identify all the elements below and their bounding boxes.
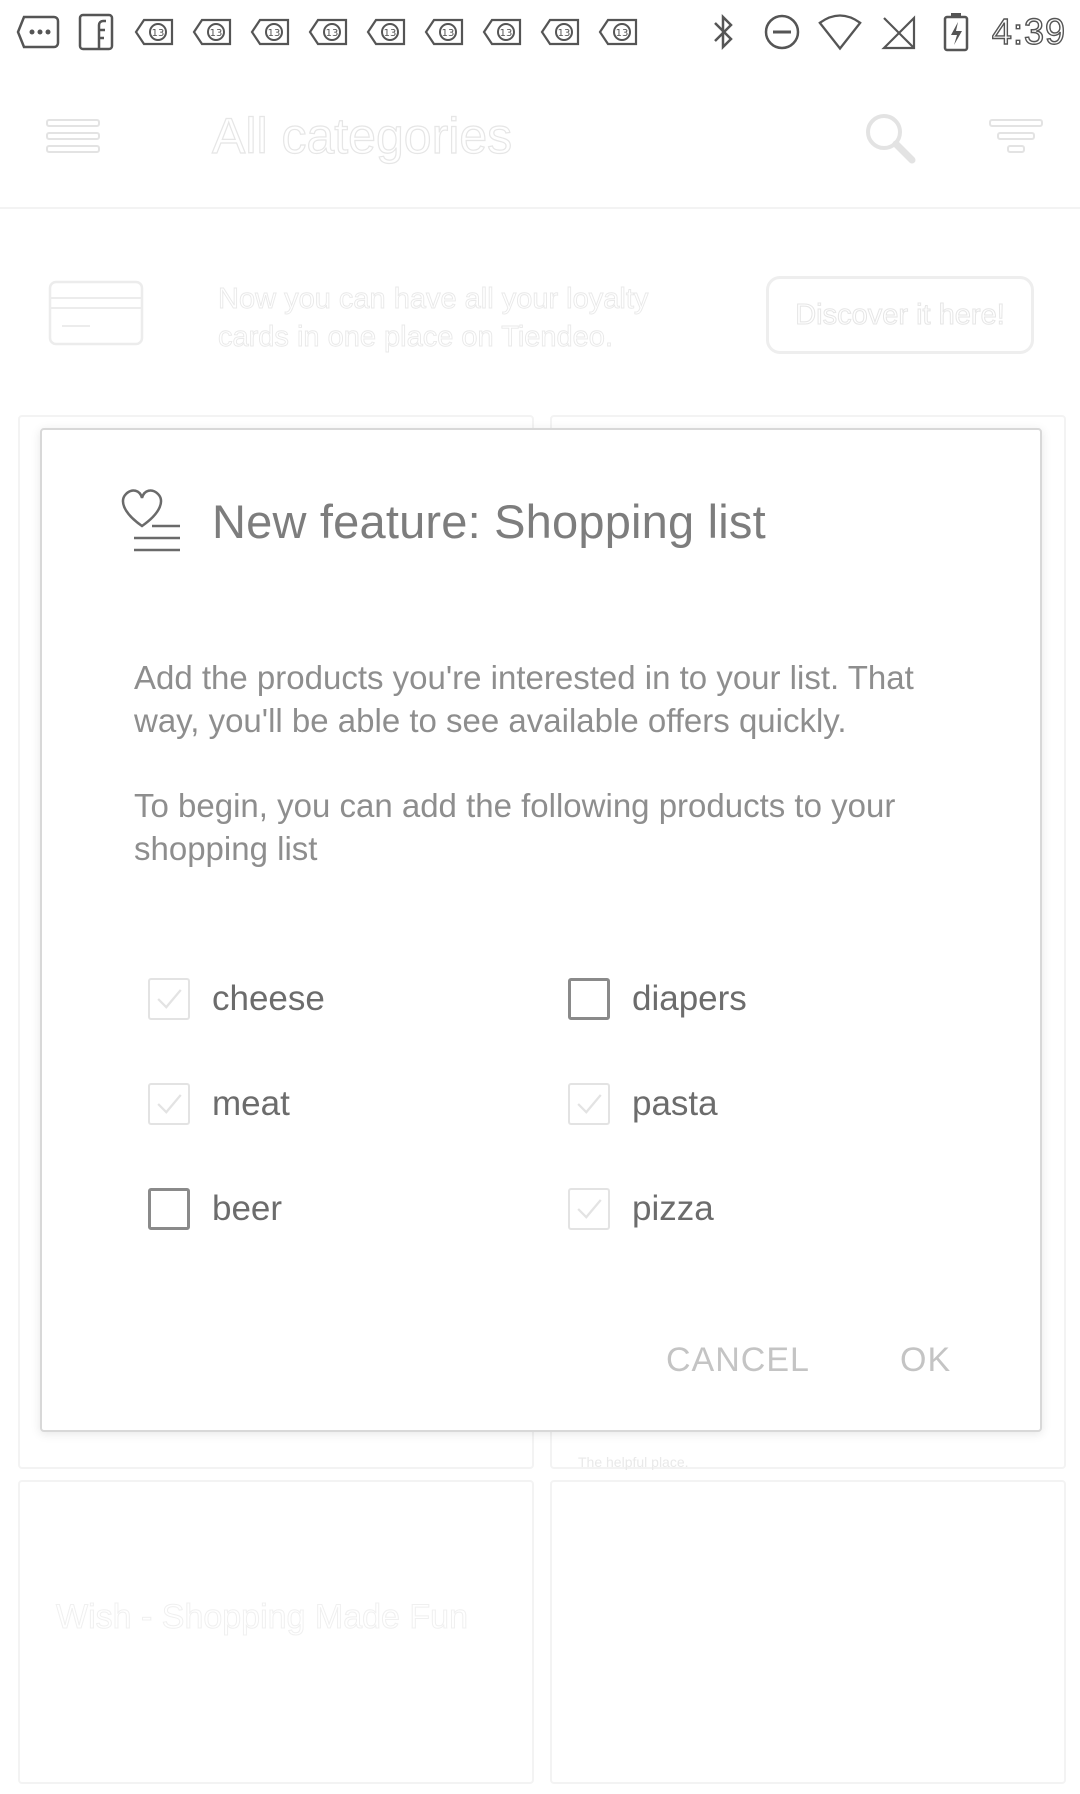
checkbox-checked[interactable] [568, 1188, 610, 1230]
option-diapers[interactable]: diapers [568, 968, 747, 1030]
app-13-icon: 13 [132, 12, 176, 52]
notification-icons: 13 13 13 13 13 13 13 13 13 [16, 10, 640, 54]
more-notifications-icon [16, 12, 60, 52]
loyalty-banner: Now you can have all your loyalty cards … [0, 220, 1080, 410]
svg-text:13: 13 [152, 28, 165, 39]
app-13-icon: 13 [538, 12, 582, 52]
filter-icon[interactable] [988, 114, 1044, 162]
loyalty-banner-text: Now you can have all your loyalty cards … [218, 283, 649, 354]
option-label: meat [212, 1084, 290, 1123]
menu-icon[interactable] [45, 114, 101, 158]
dialog-instructions: To begin, you can add the following prod… [134, 787, 896, 867]
checkbox-unchecked[interactable] [148, 1188, 190, 1230]
app-13-icon: 13 [596, 12, 640, 52]
checkbox-checked[interactable] [148, 1083, 190, 1125]
svg-text:13: 13 [500, 28, 513, 39]
app-bar: All categories [0, 62, 1080, 209]
store-card[interactable] [550, 1480, 1066, 1784]
app-13-icon: 13 [306, 12, 350, 52]
option-label: pizza [632, 1189, 714, 1228]
store-tagline: The helpful place. [578, 1454, 689, 1470]
option-pasta[interactable]: pasta [568, 1073, 718, 1135]
svg-text:13: 13 [442, 28, 455, 39]
option-beer[interactable]: beer [148, 1178, 282, 1240]
option-cheese[interactable]: cheese [148, 968, 325, 1030]
do-not-disturb-icon [760, 12, 804, 52]
clock: 4:39 [991, 10, 1066, 52]
status-bar: 13 13 13 13 13 13 13 13 13 4:39 [0, 0, 1080, 63]
dialog-body: Add the products you're interested in to… [134, 656, 964, 912]
product-options: cheese diapers meat pasta beer pizza [148, 968, 978, 1288]
svg-text:13: 13 [384, 28, 397, 39]
app-13-icon: 13 [422, 12, 466, 52]
checkbox-checked[interactable] [568, 1083, 610, 1125]
app-13-icon: 13 [248, 12, 292, 52]
cancel-button[interactable]: CANCEL [650, 1320, 826, 1400]
loyalty-card-icon [48, 280, 144, 346]
option-label: diapers [632, 979, 747, 1018]
svg-text:13: 13 [326, 28, 339, 39]
dialog-actions: CANCEL OK [42, 1320, 1040, 1400]
ok-button[interactable]: OK [884, 1320, 967, 1400]
dialog-title: New feature: Shopping list [212, 495, 766, 548]
option-label: pasta [632, 1084, 718, 1123]
option-meat[interactable]: meat [148, 1073, 290, 1135]
option-pizza[interactable]: pizza [568, 1178, 714, 1240]
app-13-icon: 13 [190, 12, 234, 52]
search-icon[interactable] [862, 110, 918, 166]
svg-text:13: 13 [616, 28, 629, 39]
svg-text:13: 13 [268, 28, 281, 39]
checkbox-checked[interactable] [148, 978, 190, 1020]
bluetooth-icon [702, 12, 746, 52]
checkbox-unchecked[interactable] [568, 978, 610, 1020]
option-label: beer [212, 1189, 283, 1228]
svg-text:13: 13 [558, 28, 571, 39]
facebook-icon [74, 12, 118, 52]
option-label: cheese [212, 979, 325, 1018]
no-signal-icon [876, 12, 920, 52]
store-name: Wish - Shopping Made Fun [56, 1598, 469, 1637]
shopping-list-dialog: New feature: Shopping list Add the produ… [40, 428, 1042, 1432]
wifi-icon [818, 12, 862, 52]
dialog-description: Add the products you're interested in to… [134, 659, 914, 739]
svg-text:13: 13 [210, 28, 223, 39]
discover-button[interactable]: Discover it here! [766, 276, 1034, 354]
shopping-list-heart-icon [118, 486, 184, 558]
app-13-icon: 13 [364, 12, 408, 52]
page-title: All categories [211, 107, 513, 164]
app-13-icon: 13 [480, 12, 524, 52]
system-icons: 4:39 [702, 10, 1066, 54]
battery-charging-icon [934, 12, 978, 52]
